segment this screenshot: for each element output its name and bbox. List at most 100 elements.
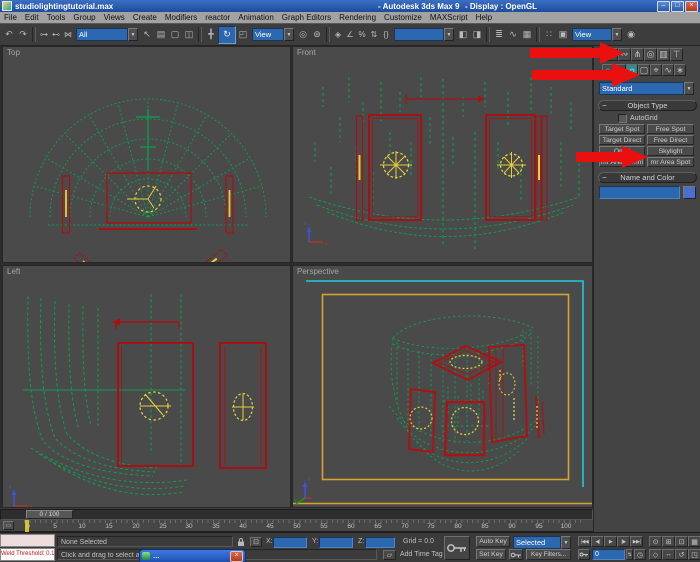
set-key-mode-button[interactable] xyxy=(444,536,470,560)
set-key-button[interactable]: Set Key xyxy=(476,549,506,560)
zoom-extents-all-icon[interactable]: ▦ xyxy=(688,536,700,547)
reference-coordinate-dropdown[interactable]: View ▼ xyxy=(252,28,294,41)
mr-area-spot-button[interactable]: mr Area Spot xyxy=(647,157,694,167)
chevron-down-icon[interactable]: ▼ xyxy=(444,28,454,41)
min-max-toggle-icon[interactable]: ◳ xyxy=(688,549,700,560)
menu-item-graph-editors[interactable]: Graph Editors xyxy=(278,13,335,22)
menu-item-help[interactable]: Help xyxy=(472,13,496,22)
selection-filter-dropdown[interactable]: All ▼ xyxy=(76,28,138,41)
render-type-dropdown[interactable]: View ▼ xyxy=(572,28,622,41)
time-tag-icon[interactable]: ▱ xyxy=(383,550,396,560)
chevron-down-icon[interactable]: ▼ xyxy=(561,536,571,549)
previous-frame-button[interactable]: ◀| xyxy=(591,536,604,547)
target-spot-button[interactable]: Target Spot xyxy=(599,124,645,134)
percent-snap-icon[interactable]: % xyxy=(356,27,368,43)
angle-snap-icon[interactable]: ∠ xyxy=(344,27,356,43)
skylight-button[interactable]: Skylight xyxy=(647,146,694,156)
add-time-tag[interactable]: Add Time Tag xyxy=(400,551,443,558)
autogrid-checkbox[interactable] xyxy=(618,114,627,123)
maxscript-listener-pane[interactable]: Weld Threshold: 0.1 xyxy=(0,548,55,561)
menu-item-rendering[interactable]: Rendering xyxy=(335,13,380,22)
spinner-snap-icon[interactable]: ⇅ xyxy=(368,27,380,43)
z-coordinate-field[interactable] xyxy=(365,537,395,548)
named-selection-dropdown[interactable]: ▼ xyxy=(394,28,454,41)
window-crossing-icon[interactable]: ◫ xyxy=(182,27,196,43)
viewport-left[interactable]: xz Left xyxy=(2,265,291,508)
time-slider-handle[interactable]: 0 / 100 xyxy=(26,510,73,519)
viewport-label-left[interactable]: Left xyxy=(7,267,20,276)
select-and-scale-icon[interactable]: ◰ xyxy=(236,27,250,43)
category-spacewarps-icon[interactable]: ∿ xyxy=(662,64,674,76)
unlink-selection-icon[interactable]: ⊷ xyxy=(50,27,62,43)
named-selection-sets-icon[interactable]: {} xyxy=(380,27,392,43)
object-color-swatch[interactable] xyxy=(683,186,696,199)
field-of-view-icon[interactable]: ◇ xyxy=(649,549,662,560)
mirror-icon[interactable]: ◧ xyxy=(456,27,470,43)
go-to-end-button[interactable]: ▶▶| xyxy=(630,536,643,547)
undo-icon[interactable]: ↶ xyxy=(2,27,16,43)
track-bar-mode-icon[interactable]: ▭ xyxy=(3,521,14,530)
align-icon[interactable]: ◨ xyxy=(470,27,484,43)
viewport-label-front[interactable]: Front xyxy=(297,48,316,57)
snap-toggle-icon[interactable]: ◈ xyxy=(332,27,344,43)
keyable-icons-button[interactable] xyxy=(509,549,523,560)
viewport-perspective[interactable]: yz Perspective xyxy=(292,265,593,508)
viewport-label-perspective[interactable]: Perspective xyxy=(297,267,339,276)
menu-item-edit[interactable]: Edit xyxy=(21,13,43,22)
menu-item-group[interactable]: Group xyxy=(69,13,99,22)
chevron-down-icon[interactable]: ▼ xyxy=(284,28,294,41)
selected-set-dropdown[interactable]: Selected ▼ xyxy=(513,536,571,549)
key-mode-toggle-button[interactable] xyxy=(578,549,590,560)
time-slider-track[interactable]: 0 / 100 xyxy=(0,509,593,520)
current-frame-field[interactable]: 0 xyxy=(592,549,625,560)
free-spot-button[interactable]: Free Spot xyxy=(647,124,694,134)
zoom-extents-icon[interactable]: ⊡ xyxy=(675,536,688,547)
layer-manager-icon[interactable]: ≣ xyxy=(492,27,506,43)
chevron-down-icon[interactable]: ▼ xyxy=(612,28,622,41)
chevron-down-icon[interactable]: ▼ xyxy=(128,28,138,41)
title-bar[interactable]: studiolightingtutorial.max - Autodesk 3d… xyxy=(0,0,700,12)
select-and-rotate-icon[interactable]: ↻ xyxy=(218,25,236,44)
schematic-view-icon[interactable]: ▦ xyxy=(520,27,534,43)
time-configuration-button[interactable]: ◷ xyxy=(634,549,646,560)
maxscript-macro-pane[interactable] xyxy=(0,534,55,547)
free-direct-button[interactable]: Free Direct xyxy=(647,135,694,145)
popup-window-titlebar[interactable]: … × xyxy=(139,549,246,562)
popup-close-icon[interactable]: × xyxy=(230,550,243,562)
menu-item-maxscript[interactable]: MAXScript xyxy=(426,13,472,22)
close-button[interactable]: × xyxy=(685,1,698,12)
select-and-link-icon[interactable]: ⊶ xyxy=(38,27,50,43)
menu-item-animation[interactable]: Animation xyxy=(234,13,278,22)
select-and-move-icon[interactable]: ╋ xyxy=(204,27,218,43)
selection-lock-icon[interactable] xyxy=(236,537,246,547)
tab-hierarchy-icon[interactable]: ⋔ xyxy=(631,48,644,61)
menu-item-create[interactable]: Create xyxy=(129,13,161,22)
minimize-button[interactable]: – xyxy=(657,1,670,12)
play-button[interactable]: ▶ xyxy=(604,536,617,547)
category-helpers-icon[interactable]: ⌖ xyxy=(650,64,662,76)
tab-display-icon[interactable]: ▥ xyxy=(657,48,670,61)
menu-item-reactor[interactable]: reactor xyxy=(201,13,234,22)
rectangular-selection-region-icon[interactable]: ▢ xyxy=(168,27,182,43)
select-and-manipulate-icon[interactable]: ⊛ xyxy=(310,27,324,43)
viewport-label-top[interactable]: Top xyxy=(7,48,20,57)
name-color-rollout-header[interactable]: − Name and Color xyxy=(598,172,697,183)
select-by-name-icon[interactable]: ▤ xyxy=(154,27,168,43)
quick-render-icon[interactable]: ◉ xyxy=(624,27,638,43)
menu-item-customize[interactable]: Customize xyxy=(380,13,426,22)
arc-rotate-icon[interactable]: ↺ xyxy=(675,549,688,560)
select-object-icon[interactable]: ↖ xyxy=(140,27,154,43)
object-type-rollout-header[interactable]: − Object Type xyxy=(598,100,697,111)
tab-utilities-icon[interactable]: ⊤ xyxy=(670,48,683,61)
x-coordinate-field[interactable] xyxy=(273,537,307,548)
viewport-top[interactable]: xy Top xyxy=(2,46,291,263)
redo-icon[interactable]: ↷ xyxy=(16,27,30,43)
frame-spinner[interactable]: ⇅ xyxy=(626,549,633,560)
tab-motion-icon[interactable]: ◎ xyxy=(644,48,657,61)
restore-button[interactable]: □ xyxy=(671,1,684,12)
track-bar[interactable]: ▭ 0 5 10 15 20 25 30 35 40 45 50 55 60 6… xyxy=(0,520,593,532)
category-systems-icon[interactable]: ∗ xyxy=(674,64,686,76)
target-direct-button[interactable]: Target Direct xyxy=(599,135,645,145)
y-coordinate-field[interactable] xyxy=(319,537,353,548)
material-editor-icon[interactable]: ∷ xyxy=(542,27,556,43)
